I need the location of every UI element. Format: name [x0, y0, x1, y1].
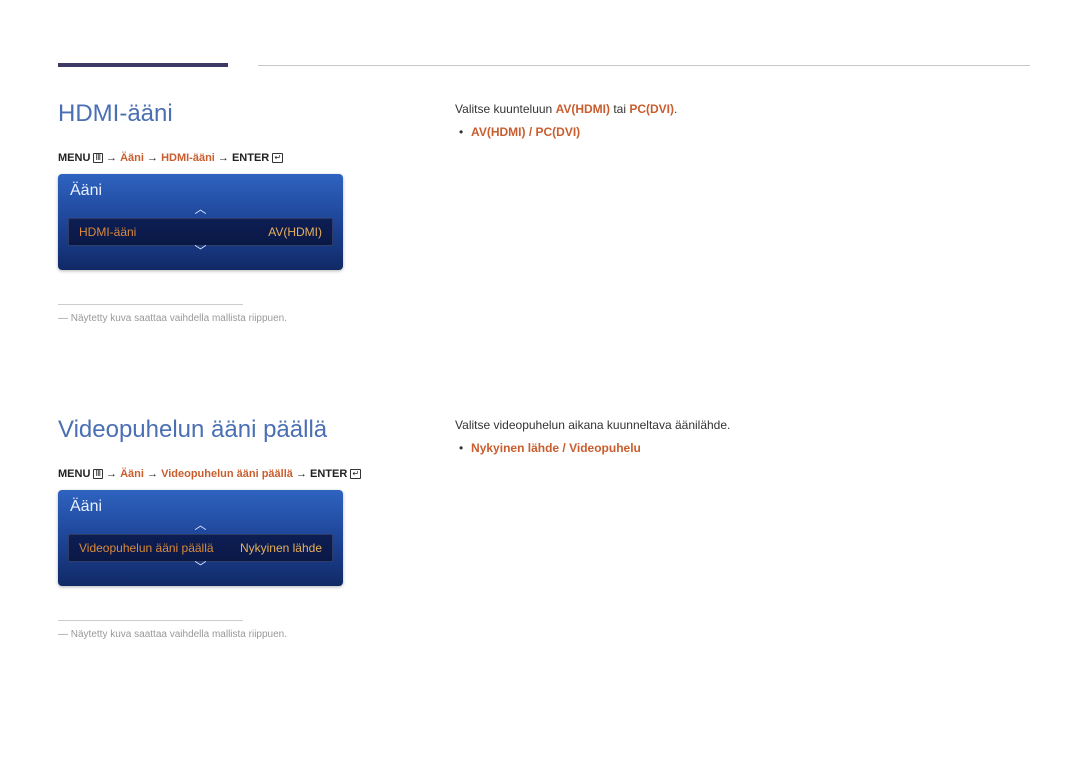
section1-title: HDMI-ääni [58, 100, 395, 128]
header-divider [258, 65, 1030, 66]
chevron-up-icon[interactable]: ︿ [68, 204, 333, 218]
osd1-row-value: AV(HDMI) [268, 225, 322, 239]
desc-opt1: AV(HDMI) [556, 102, 610, 116]
desc-suffix: . [674, 102, 677, 116]
section1-bullet: AV(HDMI) / PC(DVI) [455, 125, 1030, 139]
osd-panel-1: Ääni ︿ HDMI-ääni AV(HDMI) ﹀ [58, 174, 343, 270]
page-content: HDMI-ääni MENU Ⅲ → Ääni → HDMI-ääni → EN… [0, 0, 1080, 680]
section1-breadcrumb: MENU Ⅲ → Ääni → HDMI-ääni → ENTER ↵ [58, 152, 395, 164]
osd2-selected-row[interactable]: Videopuhelun ääni päällä Nykyinen lähde [68, 534, 333, 562]
section1-footnote: ― Näytetty kuva saattaa vaihdella mallis… [58, 313, 395, 324]
breadcrumb-enter: ENTER [232, 152, 269, 164]
section2-breadcrumb: MENU Ⅲ → Ääni → Videopuhelun ääni päällä… [58, 468, 395, 480]
enter-icon: ↵ [350, 469, 361, 479]
menu-icon: Ⅲ [93, 469, 103, 479]
osd-panel-2: Ääni ︿ Videopuhelun ääni päällä Nykyinen… [58, 490, 343, 586]
header-accent-bar [58, 63, 228, 67]
osd1-selected-row[interactable]: HDMI-ääni AV(HDMI) [68, 218, 333, 246]
section2-bullet: Nykyinen lähde / Videopuhelu [455, 441, 1030, 455]
enter-icon: ↵ [272, 153, 283, 163]
breadcrumb-arrow: → [147, 152, 158, 164]
section2-footnote: ― Näytetty kuva saattaa vaihdella mallis… [58, 629, 395, 640]
section2-right-column: Valitse videopuhelun aikana kuunneltava … [455, 416, 1030, 640]
osd2-row-value: Nykyinen lähde [240, 541, 322, 555]
footnote-divider [58, 304, 243, 305]
osd2-row-label: Videopuhelun ääni päällä [79, 541, 214, 555]
bullet-options: AV(HDMI) / PC(DVI) [471, 125, 580, 139]
section2-left-column: Videopuhelun ääni päällä MENU Ⅲ → Ääni →… [58, 416, 395, 640]
menu-icon: Ⅲ [93, 153, 103, 163]
desc-mid: tai [610, 102, 629, 116]
breadcrumb-p2: HDMI-ääni [161, 152, 215, 164]
breadcrumb-menu: MENU [58, 468, 90, 480]
breadcrumb-p1: Ääni [120, 468, 144, 480]
section-videocall-audio: Videopuhelun ääni päällä MENU Ⅲ → Ääni →… [58, 416, 1030, 640]
bullet-options: Nykyinen lähde / Videopuhelu [471, 441, 641, 455]
osd1-title: Ääni [68, 182, 333, 200]
breadcrumb-arrow: → [296, 468, 307, 480]
footnote-divider [58, 620, 243, 621]
breadcrumb-enter: ENTER [310, 468, 347, 480]
section2-title: Videopuhelun ääni päällä [58, 416, 395, 444]
desc-prefix: Valitse kuunteluun [455, 102, 556, 116]
breadcrumb-menu: MENU [58, 152, 90, 164]
breadcrumb-p1: Ääni [120, 152, 144, 164]
osd2-title: Ääni [68, 498, 333, 516]
breadcrumb-arrow: → [106, 152, 117, 164]
section-hdmi-audio: HDMI-ääni MENU Ⅲ → Ääni → HDMI-ääni → EN… [58, 100, 1030, 324]
osd1-row-label: HDMI-ääni [79, 225, 136, 239]
breadcrumb-arrow: → [106, 468, 117, 480]
chevron-up-icon[interactable]: ︿ [68, 520, 333, 534]
section1-right-column: Valitse kuunteluun AV(HDMI) tai PC(DVI).… [455, 100, 1030, 324]
breadcrumb-arrow: → [218, 152, 229, 164]
chevron-down-icon[interactable]: ﹀ [68, 562, 333, 576]
chevron-down-icon[interactable]: ﹀ [68, 246, 333, 260]
desc-opt2: PC(DVI) [629, 102, 674, 116]
breadcrumb-p2: Videopuhelun ääni päällä [161, 468, 293, 480]
section1-left-column: HDMI-ääni MENU Ⅲ → Ääni → HDMI-ääni → EN… [58, 100, 395, 324]
section2-description: Valitse videopuhelun aikana kuunneltava … [455, 416, 1030, 435]
breadcrumb-arrow: → [147, 468, 158, 480]
section1-description: Valitse kuunteluun AV(HDMI) tai PC(DVI). [455, 100, 1030, 119]
